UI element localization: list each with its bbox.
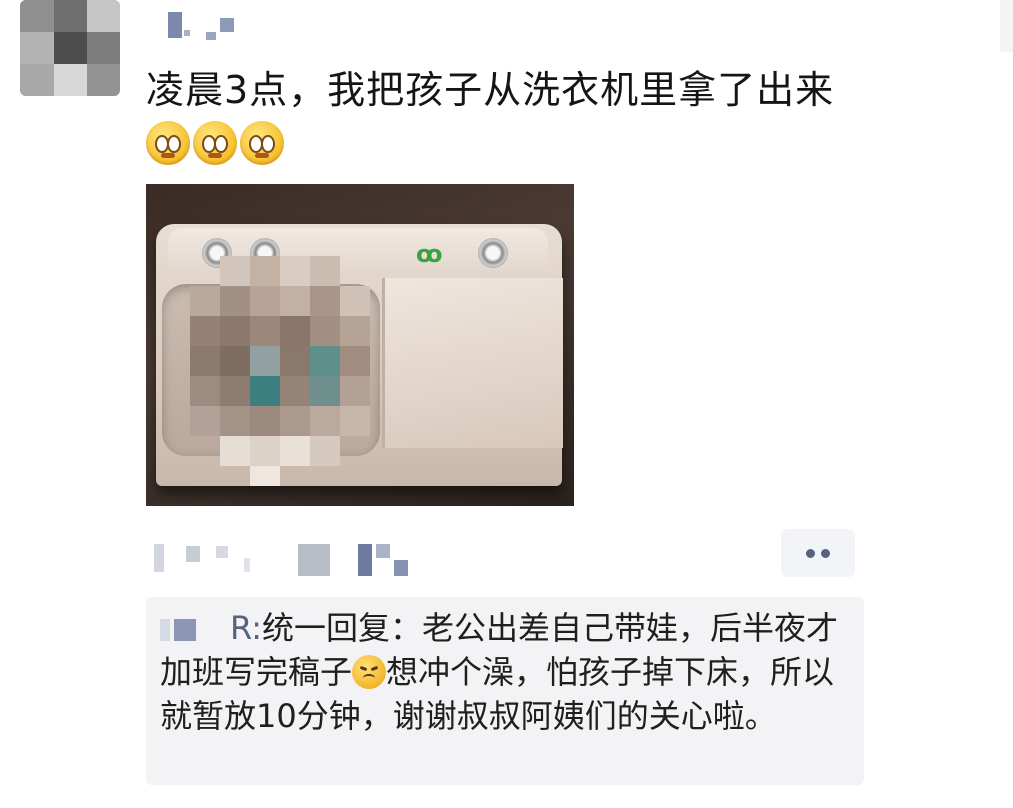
post-text: 凌晨3点，我把孩子从洗衣机里拿了出来: [146, 62, 866, 174]
liker-names[interactable]: [154, 542, 424, 582]
commenter-name-suffix[interactable]: R:: [230, 609, 262, 647]
author-name[interactable]: [168, 12, 240, 40]
spin-lid: [382, 278, 563, 448]
sad-face-emoji-icon: [352, 655, 387, 689]
dizzy-face-emoji-icon: [240, 121, 284, 165]
emoji-row: [146, 121, 287, 168]
post-photo[interactable]: ꝏ: [146, 184, 574, 506]
knob-right: [478, 238, 508, 268]
brand-logo-icon: ꝏ: [416, 240, 443, 268]
dizzy-face-emoji-icon: [146, 121, 190, 165]
dot-icon: [806, 548, 815, 558]
avatar[interactable]: [20, 0, 120, 96]
commenter-name[interactable]: [160, 613, 230, 643]
edge-decoration: [1000, 0, 1013, 52]
dot-icon: [821, 548, 830, 558]
dizzy-face-emoji-icon: [193, 121, 237, 165]
comment: R:统一回复：老公出差自己带娃，后半夜才加班写完稿子 想冲个澡，怕孩子掉下床，所以…: [160, 606, 850, 738]
pixelated-child: [190, 256, 400, 486]
post-body: 凌晨3点，我把孩子从洗衣机里拿了出来: [146, 68, 835, 112]
more-options-button[interactable]: [781, 529, 855, 577]
